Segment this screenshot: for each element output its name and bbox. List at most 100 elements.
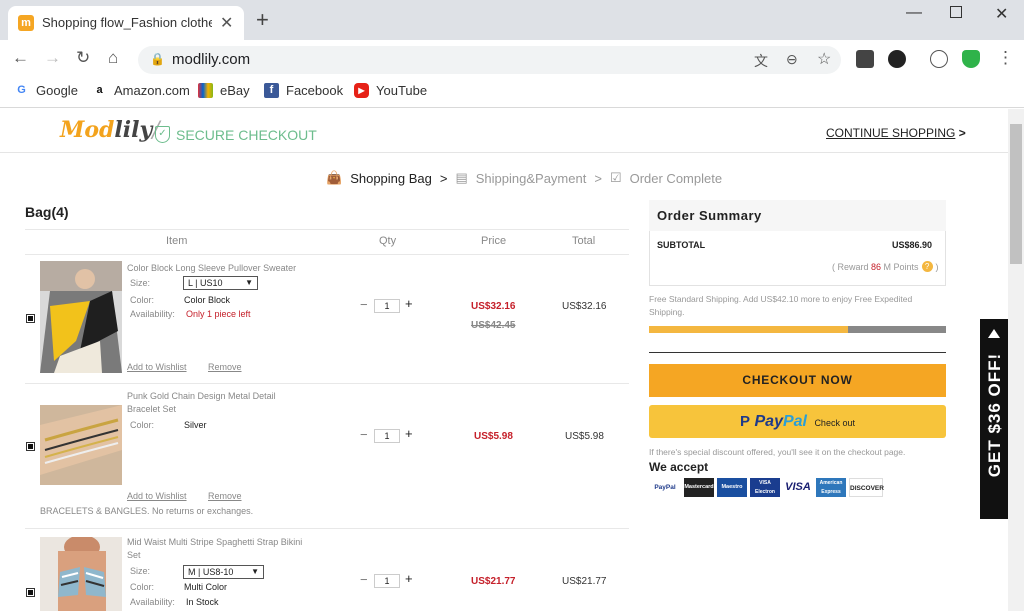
discount-note: If there's special discount offered, you… (649, 447, 906, 457)
discover-icon: DISCOVER (849, 478, 884, 497)
paypal-pay: Pay (754, 413, 783, 430)
product-image[interactable] (40, 537, 122, 611)
home-icon[interactable]: ⌂ (108, 48, 118, 68)
we-accept-label: We accept (649, 460, 709, 474)
table-divider (25, 229, 629, 230)
youtube-icon: ▶ (354, 83, 369, 98)
remove-link[interactable]: Remove (208, 362, 242, 372)
qty-decrease-button[interactable]: − (360, 427, 368, 442)
reload-icon[interactable]: ↻ (76, 48, 90, 68)
bookmark-ebay[interactable]: eBay (198, 83, 250, 98)
bookmark-star-icon[interactable]: ☆ (817, 49, 831, 69)
paypal-pal: Pal (782, 413, 807, 430)
size-label: Size: (130, 566, 151, 576)
zoom-icon[interactable]: ⊖ (786, 51, 798, 68)
qty-increase-button[interactable]: + (405, 296, 413, 311)
bookmark-amazon[interactable]: a Amazon.com (92, 83, 189, 98)
col-qty: Qty (379, 235, 397, 247)
paypal-checkout-text: Check out (814, 418, 855, 428)
add-to-wishlist-link[interactable]: Add to Wishlist (127, 362, 187, 372)
extension-icon[interactable] (856, 50, 874, 68)
size-select[interactable]: L | US10 ▼ (183, 276, 258, 290)
lock-icon: 🔒 (150, 52, 165, 66)
scrollbar-thumb[interactable] (1010, 124, 1022, 264)
qty-decrease-button[interactable]: − (360, 572, 368, 587)
help-icon[interactable]: ? (921, 261, 933, 272)
bookmark-label: Facebook (286, 83, 344, 98)
close-tab-icon[interactable]: ✕ (220, 13, 233, 33)
shield-extension-icon[interactable] (962, 50, 980, 68)
bookmark-label: eBay (220, 83, 250, 98)
bag-title: Bag(4) (25, 204, 69, 220)
extension-icon[interactable] (888, 50, 906, 68)
item-checkbox[interactable] (26, 314, 35, 323)
forward-icon[interactable]: → (44, 48, 61, 68)
availability-label: Availability: (130, 309, 175, 319)
continue-text: CONTINUE SHOPPING (826, 126, 956, 140)
qty-input[interactable]: 1 (374, 574, 400, 588)
row-divider (25, 383, 629, 384)
maximize-icon[interactable] (950, 6, 962, 18)
row-divider (25, 528, 629, 529)
product-image[interactable] (40, 261, 122, 373)
qty-input[interactable]: 1 (374, 429, 400, 443)
qty-input[interactable]: 1 (374, 299, 400, 313)
bracelet-image (40, 405, 122, 485)
table-divider (25, 254, 629, 255)
qty-increase-button[interactable]: + (405, 426, 413, 441)
color-value: Silver (184, 420, 207, 430)
line-total: US$21.77 (562, 576, 607, 587)
visa-icon: VISA (783, 478, 813, 497)
reward-points: ( Reward 86 M Points ?) (832, 261, 939, 272)
bookmark-google[interactable]: G Google (14, 83, 78, 98)
menu-icon[interactable]: ⋮ (997, 48, 1014, 68)
address-bar[interactable]: 🔒 modlily.com (138, 46, 841, 74)
sweater-image (40, 261, 122, 373)
browser-tab[interactable]: m Shopping flow_Fashion clothes & ✕ (8, 6, 244, 40)
item-checkbox[interactable] (26, 442, 35, 451)
continue-shopping-link[interactable]: CONTINUE SHOPPING > (826, 126, 966, 140)
dropdown-arrow-icon: ▼ (245, 278, 253, 287)
minimize-icon[interactable]: — (906, 4, 922, 22)
visa-electron-icon: VISA Electron (750, 478, 780, 497)
secure-text: SECURE CHECKOUT (176, 126, 317, 143)
new-tab-icon[interactable]: + (256, 9, 269, 31)
checkbox-icon: ☑ (609, 170, 622, 185)
qty-decrease-button[interactable]: − (360, 297, 368, 312)
paypal-checkout-button[interactable]: P PayPal Check out (649, 405, 946, 438)
bookmark-youtube[interactable]: ▶ YouTube (354, 83, 427, 98)
shipping-note: Free Standard Shipping. Add US$42.10 mor… (649, 294, 913, 317)
shield-check-icon: ✓ (155, 126, 170, 143)
size-select[interactable]: M | US8-10 ▼ (183, 565, 264, 579)
maestro-icon: Maestro (717, 478, 747, 497)
step-order-complete: Order Complete (629, 170, 723, 186)
qty-increase-button[interactable]: + (405, 571, 413, 586)
back-icon[interactable]: ← (12, 48, 29, 68)
close-window-icon[interactable]: ✕ (995, 4, 1008, 24)
profile-icon[interactable] (930, 50, 948, 68)
size-value: L | US10 (188, 278, 223, 288)
product-image[interactable] (40, 405, 122, 485)
bookmark-facebook[interactable]: f Facebook (264, 83, 343, 98)
item-checkbox[interactable] (26, 588, 35, 597)
product-name[interactable]: Mid Waist Multi Stripe Spaghetti Strap B… (127, 536, 307, 562)
reward-post: M Points (881, 261, 919, 272)
availability-value: Only 1 piece left (186, 309, 251, 319)
translate-icon[interactable]: 文 (754, 51, 768, 71)
add-to-wishlist-link[interactable]: Add to Wishlist (127, 491, 187, 501)
promo-text: GET $36 OFF! (985, 352, 1004, 478)
logo-mod: Mod (60, 117, 115, 143)
product-name[interactable]: Color Block Long Sleeve Pullover Sweater (127, 262, 312, 275)
remove-link[interactable]: Remove (208, 491, 242, 501)
checkout-steps: 👜 Shopping Bag > ▤ Shipping&Payment > ☑ … (326, 170, 722, 186)
modlily-logo[interactable]: Modlily/ (60, 117, 160, 143)
checkbox-mark (28, 444, 33, 449)
step-shipping-payment: Shipping&Payment (475, 170, 587, 186)
subtotal-value: US$86.90 (892, 240, 933, 250)
product-name[interactable]: Punk Gold Chain Design Metal Detail Brac… (127, 390, 287, 416)
shipping-progress-fill (649, 326, 848, 333)
return-policy-note: BRACELETS & BANGLES. No returns or excha… (40, 506, 254, 516)
url-text[interactable]: modlily.com (172, 51, 250, 68)
promo-side-tab[interactable]: GET $36 OFF! (980, 319, 1008, 519)
checkout-now-button[interactable]: CHECKOUT NOW (649, 364, 946, 397)
